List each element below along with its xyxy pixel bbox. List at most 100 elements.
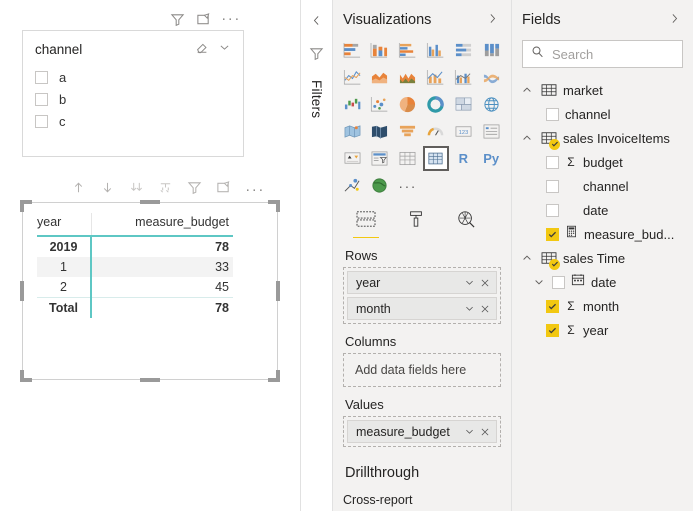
resize-handle[interactable]	[140, 200, 160, 204]
resize-handle[interactable]	[276, 281, 280, 301]
field-item-channel[interactable]: channel	[512, 102, 693, 126]
field-pill-month[interactable]: month	[347, 297, 497, 320]
viz-clustered-column-chart[interactable]	[423, 38, 449, 63]
viz-waterfall-chart[interactable]	[339, 92, 365, 117]
remove-field-icon[interactable]	[480, 427, 490, 437]
resize-handle[interactable]	[276, 370, 280, 382]
field-pill-measure-budget[interactable]: measure_budget	[347, 420, 497, 443]
chevron-right-icon[interactable]	[486, 12, 499, 28]
viz-shape-map-visual[interactable]	[367, 119, 393, 144]
viz-filled-map-visual[interactable]	[339, 119, 365, 144]
field-checkbox[interactable]	[546, 299, 559, 313]
viz-ribbon-chart[interactable]	[478, 65, 504, 90]
fields-table-sales-time[interactable]: sales Time	[512, 246, 693, 270]
matrix-column-header[interactable]: measure_budget	[90, 213, 233, 236]
focus-mode-icon[interactable]	[216, 180, 231, 200]
field-item-date-hierarchy[interactable]: date	[512, 270, 693, 294]
viz-donut-chart[interactable]	[423, 92, 449, 117]
chevron-down-icon[interactable]	[464, 426, 475, 437]
chevron-up-icon[interactable]	[520, 252, 534, 264]
viz-arcgis-map-visual[interactable]	[367, 173, 393, 198]
tab-fields[interactable]	[351, 210, 381, 238]
viz-python-script-visual[interactable]: Py	[478, 146, 504, 171]
chevron-left-icon[interactable]	[310, 14, 323, 32]
slicer-checkbox[interactable]	[35, 114, 48, 128]
field-checkbox[interactable]	[552, 275, 565, 289]
field-item-channel-invoiceitems[interactable]: channel	[512, 174, 693, 198]
viz-multi-row-card-visual[interactable]	[478, 119, 504, 144]
viz-card-visual[interactable]: 123	[450, 119, 476, 144]
focus-mode-icon[interactable]	[195, 11, 211, 27]
field-checkbox[interactable]	[546, 203, 559, 217]
well-placeholder[interactable]: Add data fields here	[347, 357, 497, 383]
resize-handle[interactable]	[20, 370, 24, 382]
slicer-checkbox[interactable]	[35, 70, 48, 84]
viz-stacked-column-chart[interactable]	[367, 38, 393, 63]
viz-line-chart[interactable]	[339, 65, 365, 90]
viz-key-influencers-visual[interactable]	[339, 173, 365, 198]
chevron-down-icon[interactable]	[464, 303, 475, 314]
viz-r-script-visual[interactable]: R	[450, 146, 476, 171]
field-item-budget[interactable]: Σ budget	[512, 150, 693, 174]
fields-table-sales-invoiceitems[interactable]: sales InvoiceItems	[512, 126, 693, 150]
resize-handle[interactable]	[276, 200, 280, 212]
viz-line-stacked-column-chart[interactable]	[423, 65, 449, 90]
matrix-total-row[interactable]: Total 78	[37, 297, 233, 318]
matrix-column-header[interactable]: year	[37, 213, 91, 236]
viz-treemap-chart[interactable]	[450, 92, 476, 117]
viz-scatter-chart[interactable]	[367, 92, 393, 117]
slicer-item[interactable]: b	[35, 88, 231, 110]
slicer-visual[interactable]: ··· channel a b c	[22, 8, 244, 157]
field-checkbox[interactable]	[546, 227, 559, 241]
viz-slicer-visual[interactable]	[367, 146, 393, 171]
filter-icon[interactable]	[309, 46, 324, 66]
field-pill-year[interactable]: year	[347, 271, 497, 294]
viz-kpi-visual[interactable]	[339, 146, 365, 171]
chevron-down-icon[interactable]	[218, 41, 231, 59]
filters-pane-collapsed[interactable]: Filters	[300, 0, 333, 511]
viz-line-clustered-column-chart[interactable]	[450, 65, 476, 90]
table-row[interactable]: 1 33	[37, 257, 233, 277]
table-row[interactable]: 2 45	[37, 277, 233, 298]
more-options-icon[interactable]: ···	[221, 11, 241, 26]
table-row[interactable]: 2019 78	[37, 236, 233, 257]
viz-matrix-visual[interactable]	[422, 146, 449, 171]
viz-stacked-bar-chart[interactable]	[339, 38, 365, 63]
expand-all-icon[interactable]	[129, 180, 144, 200]
viz-100-stacked-column-chart[interactable]	[478, 38, 504, 63]
well-values[interactable]: measure_budget	[343, 416, 501, 447]
viz-map-visual[interactable]	[478, 92, 504, 117]
viz-funnel-chart[interactable]	[395, 119, 421, 144]
more-options-icon[interactable]: ···	[245, 182, 265, 197]
chevron-up-icon[interactable]	[520, 84, 534, 96]
clear-selection-icon[interactable]	[195, 40, 209, 59]
resize-handle[interactable]	[20, 281, 24, 301]
fields-table-market[interactable]: market	[512, 78, 693, 102]
tab-format[interactable]	[401, 210, 431, 238]
field-item-measure-budget[interactable]: measure_bud...	[512, 222, 693, 246]
field-checkbox[interactable]	[546, 155, 559, 169]
drill-mode-icon[interactable]	[158, 180, 173, 200]
viz-table-visual[interactable]	[395, 146, 421, 171]
search-input[interactable]: Search	[522, 40, 683, 68]
chevron-down-icon[interactable]	[532, 276, 546, 288]
more-visuals-icon[interactable]: ···	[395, 173, 421, 198]
field-checkbox[interactable]	[546, 323, 559, 337]
matrix-visual[interactable]: ··· year measure_budget 2019 78 1 33 2 4…	[20, 178, 280, 382]
viz-clustered-bar-chart[interactable]	[395, 38, 421, 63]
resize-handle[interactable]	[20, 200, 24, 212]
remove-field-icon[interactable]	[480, 304, 490, 314]
resize-handle[interactable]	[140, 378, 160, 382]
chevron-down-icon[interactable]	[464, 277, 475, 288]
slicer-item[interactable]: a	[35, 66, 231, 88]
filter-icon[interactable]	[187, 180, 202, 200]
field-item-month[interactable]: Σ month	[512, 294, 693, 318]
drill-up-icon[interactable]	[71, 180, 86, 200]
field-checkbox[interactable]	[546, 179, 559, 193]
filter-icon[interactable]	[169, 11, 185, 27]
well-rows[interactable]: year month	[343, 267, 501, 324]
viz-pie-chart[interactable]	[395, 92, 421, 117]
chevron-right-icon[interactable]	[668, 12, 681, 28]
viz-100-stacked-bar-chart[interactable]	[450, 38, 476, 63]
field-checkbox[interactable]	[546, 107, 559, 121]
